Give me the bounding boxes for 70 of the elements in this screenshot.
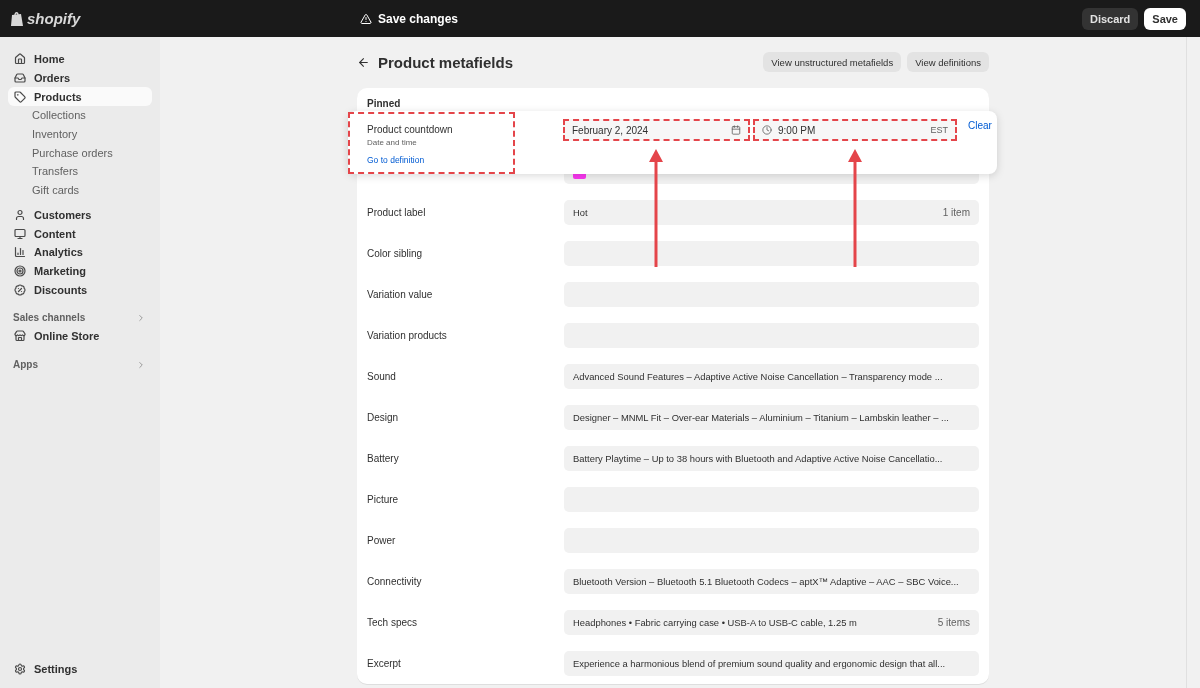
value-field[interactable]: Designer – MNML Fit – Over-ear Materials – Aluminium – Titanium – Lambskin leather – ... — [564, 405, 979, 430]
nav-item[interactable]: Settings — [8, 659, 152, 678]
shopping-bag-icon — [10, 10, 24, 27]
value-field[interactable]: Headphones • Fabric carrying case • USB-A to USB-C cable, 1.25 m 5 items — [564, 610, 979, 635]
nav-subitem[interactable]: Collections — [8, 106, 152, 125]
definition-link[interactable]: Go to definition — [367, 155, 513, 165]
chevron-icon — [136, 312, 146, 323]
field-label: Connectivity — [367, 576, 423, 587]
date-field[interactable]: February 2, 2024 — [563, 119, 750, 141]
value-field[interactable]: Bluetooth Version – Bluetooth 5.1 Bluetooth Codecs – aptX™ Adaptive – AAC – SBC Voice... — [564, 569, 979, 594]
badge-icon — [14, 283, 26, 296]
warning-icon — [360, 12, 372, 25]
item-count: 5 items — [937, 617, 970, 628]
nav-subitem[interactable]: Purchase orders — [8, 143, 152, 163]
item-count: 1 item — [942, 207, 970, 218]
clock-icon — [762, 125, 772, 135]
nav-subitem[interactable]: Transfers — [8, 162, 152, 181]
nav-item[interactable]: Discounts — [8, 280, 152, 299]
unsaved-message: Save changes — [378, 11, 459, 26]
field-label: Variation value — [367, 289, 434, 300]
calendar-icon — [731, 125, 741, 135]
field-label: Sound — [367, 371, 397, 382]
value-field[interactable]: Advanced Sound Features – Adaptive Active Noise Cancellation – Transparency mode ... — [564, 364, 979, 389]
target-icon — [14, 264, 26, 277]
nav-item[interactable]: Orders — [8, 68, 152, 88]
home-icon — [14, 53, 26, 66]
field-label: Power — [367, 535, 397, 546]
chevron-icon — [136, 359, 146, 370]
discard-button[interactable]: Discard — [1081, 7, 1139, 30]
section-header[interactable]: Sales channels — [8, 308, 152, 327]
inbox-icon — [14, 72, 26, 85]
nav-subitem[interactable]: Gift cards — [8, 180, 152, 200]
nav-item[interactable]: Analytics — [8, 242, 152, 262]
field-type: Date and time — [367, 138, 418, 147]
tag-icon — [14, 90, 26, 103]
page-title: Product metafields — [378, 53, 515, 71]
nav-item[interactable]: Content — [8, 224, 152, 243]
nav-item[interactable]: Customers — [8, 205, 152, 225]
value-field[interactable]: Experience a harmonious blend of premium sound quality and ergonomic design that all... — [564, 651, 979, 676]
field-label: Tech specs — [367, 617, 419, 628]
value-field[interactable] — [564, 241, 979, 266]
section-header[interactable]: Apps — [8, 355, 152, 374]
nav-subitem[interactable]: Inventory — [8, 124, 152, 144]
field-label: Excerpt — [367, 658, 402, 669]
user-icon — [14, 208, 26, 221]
field-label: Variation products — [367, 330, 448, 341]
action-button[interactable]: View unstructured metafields — [763, 52, 902, 72]
value-field[interactable]: Hot 1 item — [564, 200, 979, 225]
field-label: Design — [367, 412, 400, 423]
time-field[interactable]: 9:00 PM EST — [753, 119, 957, 141]
save-button[interactable]: Save — [1144, 7, 1186, 30]
nav-item[interactable]: Marketing — [8, 261, 152, 281]
field-label: Color sibling — [367, 248, 424, 259]
chart-icon — [14, 246, 26, 259]
section-heading: Pinned — [367, 98, 402, 110]
action-button[interactable]: View definitions — [907, 52, 989, 72]
store-icon — [14, 330, 26, 343]
field-label: Battery — [367, 453, 400, 464]
field-label: Product label — [367, 207, 427, 218]
value-field[interactable]: Battery Playtime – Up to 38 hours with Bluetooth and Adaptive Active Noise Cancellatio... — [564, 446, 979, 471]
field-name: Product countdown — [367, 124, 454, 135]
nav-item[interactable]: Home — [8, 50, 152, 69]
monitor-icon — [14, 227, 26, 240]
field-label: Picture — [367, 494, 400, 505]
nav-item[interactable]: Online Store — [8, 326, 152, 346]
logo-text: shopify — [27, 10, 81, 27]
back-icon[interactable] — [357, 55, 370, 69]
settings-icon — [14, 662, 26, 675]
clear-link[interactable]: Clear — [968, 120, 992, 131]
nav-item[interactable]: Products — [8, 87, 152, 107]
